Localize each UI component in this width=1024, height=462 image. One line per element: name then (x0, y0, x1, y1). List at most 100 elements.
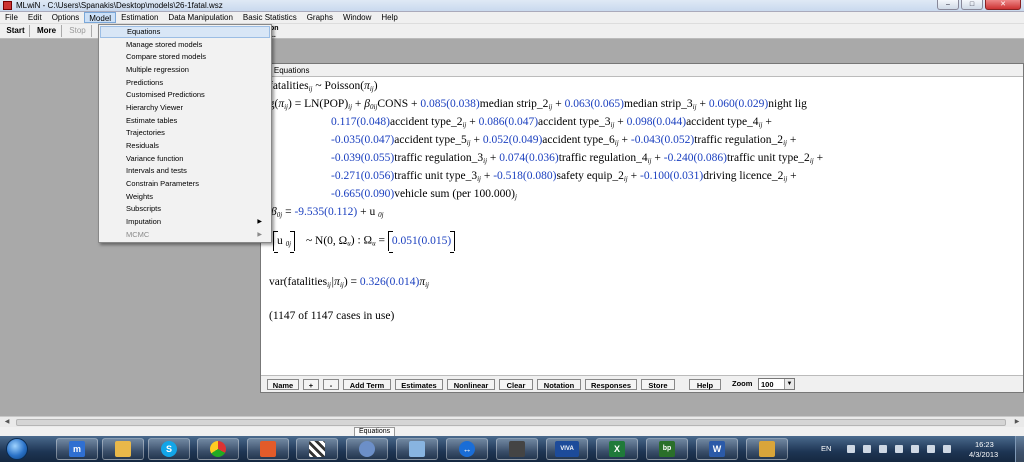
coefficient[interactable]: -0.271(0.056) (331, 170, 394, 182)
minus-button[interactable]: - (323, 379, 339, 390)
coefficient[interactable]: 0.085(0.038) (420, 98, 479, 110)
menu-item-equations[interactable]: Equations (100, 26, 270, 38)
windows-start-button[interactable] (6, 438, 28, 460)
tab-equations[interactable]: Equations (354, 427, 396, 436)
taskbar-app-presentation[interactable] (247, 438, 289, 460)
coefficient[interactable]: 0.326(0.014) (360, 276, 419, 288)
coefficient[interactable]: -0.240(0.086) (664, 152, 727, 164)
responses-button[interactable]: Responses (585, 379, 637, 390)
menu-help[interactable]: Help (376, 12, 402, 23)
menu-item-predictions[interactable]: Predictions (100, 77, 270, 89)
clock-date[interactable]: 4/3/2013 (969, 450, 998, 459)
menu-item-residuals[interactable]: Residuals (100, 140, 270, 152)
menu-item-subscripts[interactable]: Subscripts (100, 203, 270, 215)
taskbar-app-viva[interactable]: VIVA (546, 438, 588, 460)
tray-arrow-icon[interactable] (847, 445, 855, 453)
coefficient[interactable]: 0.117(0.048) (331, 116, 390, 128)
tray-network-icon[interactable] (927, 445, 935, 453)
taskbar-app-pen[interactable] (746, 438, 788, 460)
coefficient[interactable]: -9.535(0.112) (294, 206, 357, 218)
coefficient[interactable]: 0.074(0.036) (499, 152, 558, 164)
coefficient[interactable]: 0.086(0.047) (479, 116, 538, 128)
menu-basic-statistics[interactable]: Basic Statistics (238, 12, 302, 23)
taskbar-app-bp[interactable]: bp (646, 438, 688, 460)
taskbar-app-mlwin[interactable]: m (56, 438, 98, 460)
menu-item-intervals-and-tests[interactable]: Intervals and tests (100, 165, 270, 177)
menu-file[interactable]: File (0, 12, 23, 23)
coefficient[interactable]: -0.043(0.052) (631, 134, 694, 146)
menu-item-multiple-regression[interactable]: Multiple regression (100, 64, 270, 76)
menu-item-weights[interactable]: Weights (100, 191, 270, 203)
tray-flag-icon[interactable] (863, 445, 871, 453)
menu-item-estimate-tables[interactable]: Estimate tables (100, 115, 270, 127)
menu-item-manage-stored-models[interactable]: Manage stored models (100, 39, 270, 51)
horizontal-scrollbar[interactable]: ◀ ▶ (0, 416, 1024, 427)
eq-text: + (614, 116, 627, 128)
store-button[interactable]: Store (641, 379, 675, 390)
taskbar-app-skype[interactable]: S (148, 438, 190, 460)
coefficient[interactable]: 0.098(0.044) (627, 116, 686, 128)
eq-text: + (470, 134, 483, 146)
menu-window[interactable]: Window (338, 12, 376, 23)
close-button[interactable]: ✕ (985, 0, 1021, 10)
scrollbar-thumb[interactable] (16, 419, 1006, 426)
tray-app-icon[interactable] (879, 445, 887, 453)
zoom-select[interactable]: 100 ▼ (758, 378, 795, 390)
menu-item-hierarchy-viewer[interactable]: Hierarchy Viewer (100, 102, 270, 114)
menu-item-compare-stored-models[interactable]: Compare stored models (100, 51, 270, 63)
menu-model[interactable]: Model (84, 12, 117, 23)
menu-item-trajectories[interactable]: Trajectories (100, 127, 270, 139)
tray-sync-icon[interactable] (911, 445, 919, 453)
stop-button[interactable]: Stop (64, 25, 92, 37)
scroll-right-icon[interactable]: ▶ (1012, 418, 1022, 427)
taskbar-app-camera[interactable] (496, 438, 538, 460)
scroll-left-icon[interactable]: ◀ (2, 418, 12, 427)
coefficient[interactable]: -0.665(0.090) (331, 188, 394, 200)
coefficient[interactable]: 0.060(0.029) (709, 98, 768, 110)
coefficient[interactable]: -0.035(0.047) (331, 134, 394, 146)
menu-item-customised-predictions[interactable]: Customised Predictions (100, 89, 270, 101)
menu-graphs[interactable]: Graphs (302, 12, 338, 23)
taskbar-app-chrome[interactable] (197, 438, 239, 460)
coefficient[interactable]: -0.518(0.080) (493, 170, 556, 182)
nonlinear-button[interactable]: Nonlinear (447, 379, 495, 390)
notation-button[interactable]: Notation (537, 379, 581, 390)
taskbar-app-explorer[interactable] (102, 438, 144, 460)
menu-item-variance-function[interactable]: Variance function (100, 153, 270, 165)
tray-display-icon[interactable] (895, 445, 903, 453)
language-indicator[interactable]: EN (821, 444, 831, 453)
chevron-down-icon[interactable]: ▼ (784, 379, 794, 389)
coefficient[interactable]: 0.051(0.015) (392, 235, 451, 247)
clock-time[interactable]: 16:23 (975, 440, 994, 449)
taskbar-app-teamviewer[interactable]: ↔ (446, 438, 488, 460)
menu-item-constrain-parameters[interactable]: Constrain Parameters (100, 178, 270, 190)
menu-data-manipulation[interactable]: Data Manipulation (163, 12, 237, 23)
start-button[interactable]: Start (2, 25, 30, 37)
plus-button[interactable]: + (303, 379, 319, 390)
coefficient[interactable]: 0.052(0.049) (483, 134, 542, 146)
toolbar-partial-button[interactable]: on ... (270, 25, 296, 39)
show-desktop-button[interactable] (1015, 436, 1024, 462)
minimize-button[interactable]: – (937, 0, 959, 10)
taskbar-app-word[interactable]: W (696, 438, 738, 460)
taskbar-app-excel[interactable]: X (596, 438, 638, 460)
tray-volume-icon[interactable] (943, 445, 951, 453)
help-button[interactable]: Help (689, 379, 721, 390)
coefficient[interactable]: 0.063(0.065) (565, 98, 624, 110)
menu-estimation[interactable]: Estimation (116, 12, 163, 23)
more-button[interactable]: More (32, 25, 62, 37)
menu-options[interactable]: Options (47, 12, 85, 23)
coefficient[interactable]: -0.100(0.031) (640, 170, 703, 182)
menu-item-mcmc[interactable]: MCMC ▶ (100, 229, 270, 241)
menu-edit[interactable]: Edit (23, 12, 47, 23)
taskbar-app-grid[interactable] (296, 438, 338, 460)
clear-button[interactable]: Clear (499, 379, 533, 390)
coefficient[interactable]: -0.039(0.055) (331, 152, 394, 164)
name-button[interactable]: Name (267, 379, 299, 390)
maximize-button[interactable]: □ (961, 0, 983, 10)
estimates-button[interactable]: Estimates (395, 379, 443, 390)
taskbar-app-image[interactable] (396, 438, 438, 460)
taskbar-app-paint[interactable] (346, 438, 388, 460)
add-term-button[interactable]: Add Term (343, 379, 391, 390)
menu-item-imputation[interactable]: Imputation ▶ (100, 216, 270, 228)
